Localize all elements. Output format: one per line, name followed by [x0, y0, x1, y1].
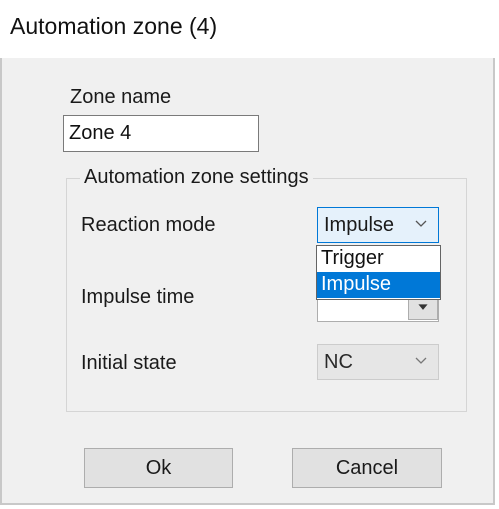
initial-state-label: Initial state — [81, 352, 177, 374]
dropdown-option-impulse[interactable]: Impulse — [317, 272, 440, 298]
title-bar[interactable]: Automation zone (4) — [0, 0, 497, 58]
cancel-button[interactable]: Cancel — [292, 448, 442, 488]
chevron-down-icon — [415, 357, 427, 364]
spin-arrow-icon — [418, 304, 428, 310]
impulse-time-label: Impulse time — [81, 286, 195, 308]
zone-name-label: Zone name — [70, 86, 172, 108]
reaction-mode-value: Impulse — [324, 214, 395, 236]
initial-state-value: NC — [324, 351, 353, 373]
chevron-down-icon — [415, 220, 427, 227]
zone-name-input[interactable]: Zone 4 — [63, 115, 259, 152]
window-title: Automation zone (4) — [10, 13, 218, 39]
reaction-mode-label: Reaction mode — [81, 214, 216, 236]
reaction-mode-dropdown-list: Trigger Impulse — [316, 245, 441, 300]
ok-button[interactable]: Ok — [84, 448, 233, 488]
automation-settings-group-title: Automation zone settings — [80, 166, 313, 189]
reaction-mode-select[interactable]: Impulse — [317, 207, 439, 243]
initial-state-select[interactable]: NC — [317, 344, 439, 380]
dropdown-option-trigger[interactable]: Trigger — [317, 246, 440, 272]
